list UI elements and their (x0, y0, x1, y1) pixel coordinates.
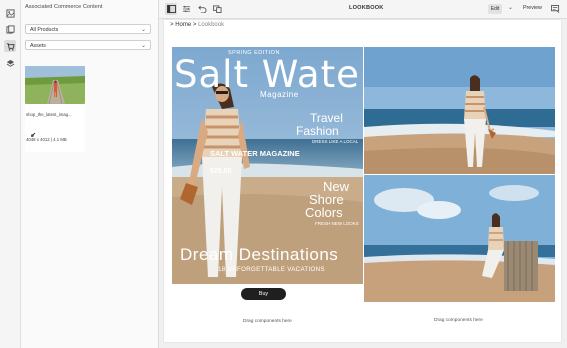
page-title: LOOKBOOK (349, 5, 384, 11)
properties-icon[interactable] (180, 3, 192, 15)
emulator-icon[interactable] (211, 3, 223, 15)
buy-button[interactable]: Buy (241, 288, 286, 300)
layers-icon[interactable] (4, 57, 16, 69)
commerce-content-panel: Associated Commerce Content All Products… (21, 0, 159, 348)
magazine-cover-image[interactable]: SPRING EDITION Salt Water Magazine Trave… (172, 47, 363, 284)
drop-zone-right[interactable]: Drag components here (434, 318, 483, 323)
dream-heading: Dream Destinations (180, 245, 339, 264)
magazine-subtitle: Magazine (260, 90, 299, 99)
price-text: $25.00 (210, 168, 232, 175)
preview-button[interactable]: Preview (523, 5, 542, 11)
page-information-icon[interactable] (549, 3, 561, 15)
left-rail (0, 0, 21, 348)
asset-thumbnail[interactable] (25, 66, 85, 104)
fashion-heading: Fashion (296, 124, 339, 138)
vacations-text: 18 UNFORGETTABLE VACATIONS (218, 266, 325, 273)
chevron-down-icon[interactable]: ⌄ (508, 4, 513, 11)
colors-heading: Colors (305, 205, 343, 220)
undo-icon[interactable] (196, 3, 208, 15)
side-panel-icon[interactable] (165, 3, 177, 15)
panel-title: Associated Commerce Content (25, 4, 103, 10)
content-fragment-icon[interactable] (4, 23, 16, 35)
assets-icon[interactable] (4, 7, 16, 19)
beach-image-bottom[interactable] (364, 175, 555, 302)
asset-card[interactable]: shop_the_latest_imag... 4048 x 4012 | 4.… (25, 66, 85, 152)
editor-toolbar: LOOKBOOK Edit ⌄ Preview (159, 0, 567, 19)
product-filter-select[interactable]: All Products ⌄ (25, 24, 151, 34)
masthead-text: SALT WATER MAGAZINE (210, 149, 300, 158)
breadcrumb: > Home > Lookbook (170, 22, 224, 28)
product-filter-value: All Products (30, 27, 59, 33)
breadcrumb-home[interactable]: Home (175, 22, 191, 28)
asset-metadata: 4048 x 4012 | 4.1 MB (26, 137, 67, 142)
beach-image-top[interactable] (364, 47, 555, 174)
asset-name: shop_the_latest_imag... (26, 112, 72, 117)
breadcrumb-current: Lookbook (198, 22, 225, 28)
content-type-select[interactable]: Assets ⌄ (25, 40, 151, 50)
drop-zone-left[interactable]: Drag components here (243, 319, 292, 324)
breadcrumb-separator: > (192, 22, 197, 28)
travel-heading: Travel (310, 111, 343, 125)
commerce-icon[interactable] (4, 40, 16, 52)
edit-mode-button[interactable]: Edit (488, 4, 502, 14)
chevron-down-icon: ⌄ (140, 43, 146, 49)
breadcrumb-separator: > (170, 22, 174, 28)
colors-tagline: FRESH NEW LOOKS (315, 221, 359, 226)
dress-tagline: DRESS LIKE A LOCAL (312, 139, 359, 144)
chevron-down-icon: ⌄ (140, 27, 146, 33)
content-type-value: Assets (30, 43, 46, 49)
